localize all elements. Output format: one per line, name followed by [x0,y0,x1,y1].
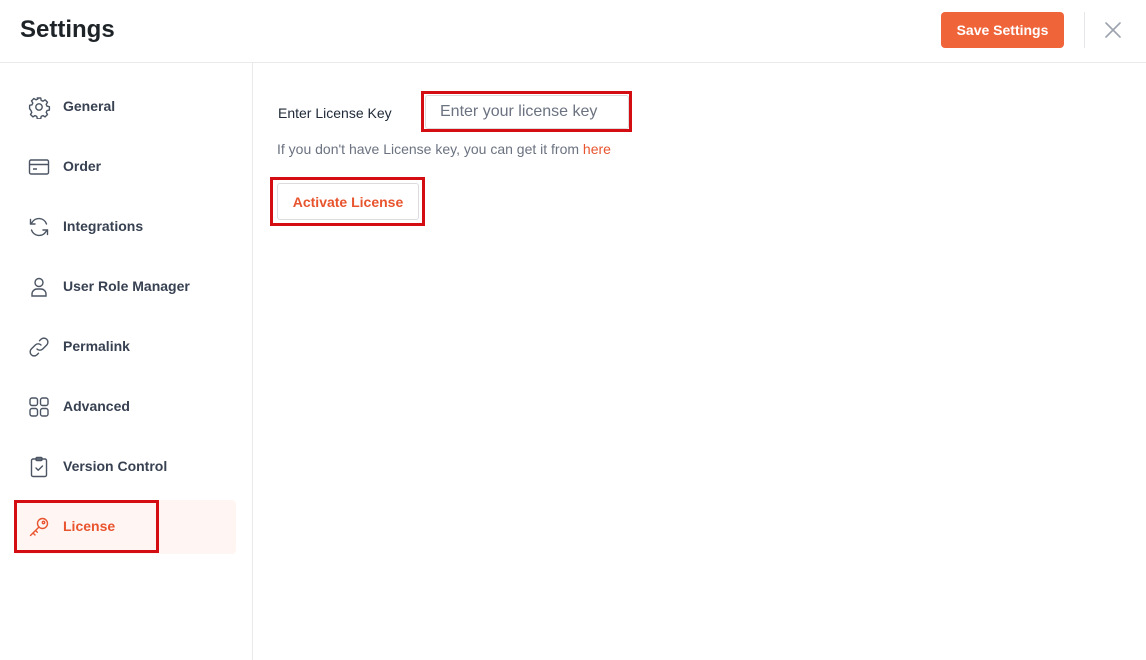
get-license-link[interactable]: here [583,141,611,157]
sidebar-item-label: License [63,518,116,534]
credit-card-icon [27,155,51,179]
sidebar-item-label: Advanced [63,398,130,414]
close-icon[interactable] [1101,18,1125,42]
sidebar-item-label: Permalink [63,338,130,354]
license-key-label: Enter License Key [278,105,392,121]
gear-icon [27,95,51,120]
sidebar-item-integrations[interactable]: Integrations [14,200,236,254]
sidebar-item-advanced[interactable]: Advanced [14,380,236,434]
key-icon [27,515,51,539]
sidebar-item-label: User Role Manager [63,278,190,294]
page-title: Settings [20,16,115,43]
sidebar-item-label: Order [63,158,102,174]
help-text-body: If you don't have License key, you can g… [277,141,580,157]
header: Settings Save Settings [0,0,1146,63]
sidebar-item-label: Integrations [63,218,144,234]
sidebar-item-license[interactable]: License [14,500,236,554]
header-divider [1084,12,1085,48]
user-icon [27,275,51,299]
sidebar-item-user-role-manager[interactable]: User Role Manager [14,260,236,314]
license-key-input[interactable] [425,95,629,129]
sidebar-item-label: General [63,98,116,114]
clipboard-check-icon [27,455,51,479]
sidebar-item-general[interactable]: General [14,80,236,134]
activate-license-button[interactable]: Activate License [277,183,419,220]
link-icon [27,335,51,359]
grid-icon [27,395,51,419]
sidebar-item-permalink[interactable]: Permalink [14,320,236,374]
sidebar-item-label: Version Control [63,458,168,474]
sync-icon [27,215,51,239]
sidebar-item-version-control[interactable]: Version Control [14,440,236,494]
help-text: If you don't have License key, you can g… [277,141,611,157]
save-settings-button[interactable]: Save Settings [941,12,1064,48]
sidebar-item-order[interactable]: Order [14,140,236,194]
